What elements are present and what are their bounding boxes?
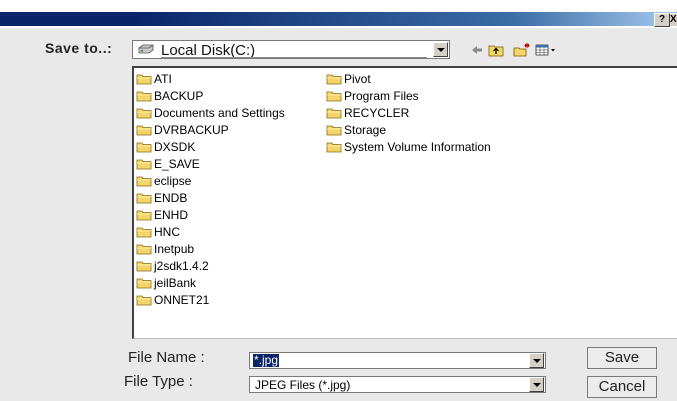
folder-item-label: ONNET21 (154, 292, 210, 307)
folder-item-label: Program Files (344, 88, 419, 103)
folder-icon (326, 125, 342, 135)
folder-item[interactable]: HNC (136, 223, 285, 240)
folder-icon (136, 295, 152, 305)
folder-item-label: ATI (154, 71, 172, 86)
folder-item[interactable]: System Volume Information (326, 138, 491, 155)
folder-icon (136, 159, 152, 169)
folder-item[interactable]: ATI (136, 70, 285, 87)
folder-icon (136, 91, 152, 101)
folder-item[interactable]: eclipse (136, 172, 285, 189)
folder-item-label: RECYCLER (344, 105, 410, 120)
folder-item[interactable]: j2sdk1.4.2 (136, 257, 285, 274)
folder-item-label: eclipse (154, 173, 192, 188)
folder-item[interactable]: jeilBank (136, 274, 285, 291)
folder-icon (326, 91, 342, 101)
title-bar-gradient (132, 12, 677, 26)
folder-icon (136, 210, 152, 220)
folder-item[interactable]: ONNET21 (136, 291, 285, 308)
folder-icon (136, 227, 152, 237)
folder-icon (326, 108, 342, 118)
folder-icon (136, 176, 152, 186)
up-folder-icon[interactable] (488, 43, 504, 57)
hard-drive-icon (138, 44, 154, 54)
folder-item-label: Documents and Settings (154, 105, 285, 120)
help-button[interactable]: ? (654, 13, 670, 27)
folder-icon (136, 244, 152, 254)
folder-item[interactable]: E_SAVE (136, 155, 285, 172)
close-button[interactable]: X (670, 13, 677, 26)
folder-item-label: System Volume Information (344, 139, 491, 154)
folder-item-label: Inetpub (154, 241, 195, 256)
save-dialog: ? X Save to..: Local Disk(C:) ATI BACKUP D… (0, 0, 677, 401)
file-name-dropdown-button[interactable] (529, 353, 544, 368)
folder-icon (136, 108, 152, 118)
file-name-label: File Name : (128, 349, 205, 366)
folder-column-1: ATI BACKUP Documents and Settings DVRBACKUP… (136, 70, 285, 308)
folder-item-label: HNC (154, 224, 180, 239)
folder-list[interactable]: ATI BACKUP Documents and Settings DVRBACKUP… (132, 66, 677, 339)
folder-item-label: Pivot (344, 71, 371, 86)
title-bar-left (0, 12, 132, 26)
folder-item[interactable]: RECYCLER (326, 104, 491, 121)
folder-item[interactable]: Pivot (326, 70, 491, 87)
cancel-button[interactable]: Cancel (587, 376, 657, 398)
location-combobox[interactable]: Local Disk(C:) (132, 40, 450, 59)
back-arrow-icon[interactable] (470, 43, 484, 57)
location-dropdown-button[interactable] (433, 42, 448, 57)
folder-icon (136, 193, 152, 203)
folder-item[interactable]: DVRBACKUP (136, 121, 285, 138)
folder-icon (136, 125, 152, 135)
view-menu-icon[interactable] (535, 43, 557, 57)
folder-item-label: E_SAVE (154, 156, 200, 171)
folder-icon (326, 142, 342, 152)
file-type-label: File Type : (124, 373, 193, 390)
folder-item[interactable]: BACKUP (136, 87, 285, 104)
folder-item-label: BACKUP (154, 88, 204, 103)
folder-item[interactable]: DXSDK (136, 138, 285, 155)
file-name-value: *.jpg (253, 353, 280, 367)
folder-icon (136, 142, 152, 152)
folder-icon (136, 74, 152, 84)
save-button[interactable]: Save (587, 347, 657, 369)
folder-item[interactable]: ENHD (136, 206, 285, 223)
file-type-value: JPEG Files (*.jpg) (255, 378, 351, 392)
new-folder-icon[interactable] (513, 43, 531, 57)
file-name-input[interactable]: *.jpg (249, 352, 546, 369)
location-underline (161, 57, 427, 58)
folder-item-label: DVRBACKUP (154, 122, 229, 137)
folder-item-label: ENDB (154, 190, 188, 205)
file-type-select[interactable]: JPEG Files (*.jpg) (249, 376, 546, 393)
title-bar: ? X (0, 0, 677, 28)
folder-item[interactable]: Inetpub (136, 240, 285, 257)
folder-icon (136, 278, 152, 288)
folder-icon (136, 261, 152, 271)
folder-item-label: jeilBank (154, 275, 197, 290)
folder-item-label: ENHD (154, 207, 189, 222)
folder-item[interactable]: ENDB (136, 189, 285, 206)
folder-item[interactable]: Documents and Settings (136, 104, 285, 121)
folder-item-label: DXSDK (154, 139, 196, 154)
folder-icon (326, 74, 342, 84)
folder-item-label: j2sdk1.4.2 (154, 258, 209, 273)
folder-column-2: Pivot Program Files RECYCLER Storage System … (326, 70, 491, 155)
file-type-dropdown-button[interactable] (529, 377, 544, 392)
folder-item-label: Storage (344, 122, 387, 137)
folder-item[interactable]: Storage (326, 121, 491, 138)
folder-item[interactable]: Program Files (326, 87, 491, 104)
save-to-label: Save to..: (45, 40, 113, 56)
